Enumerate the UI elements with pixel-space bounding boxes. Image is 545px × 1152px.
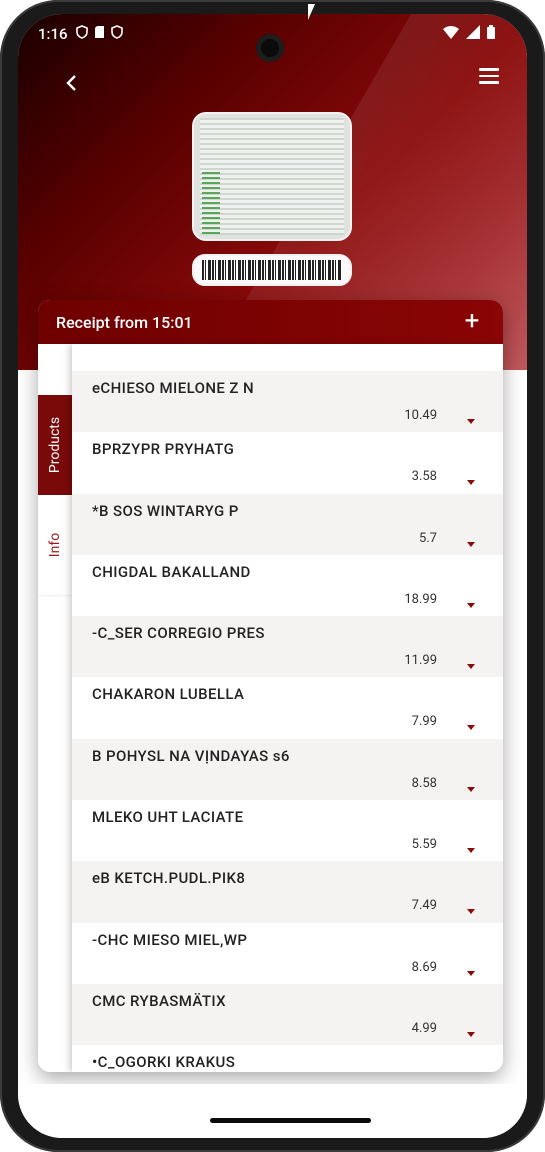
list-item[interactable]: BPRZYPR PRYHATG 3.58 bbox=[72, 432, 503, 493]
product-name: eCHIESO MIELONE Z N bbox=[92, 379, 254, 397]
chevron-down-icon[interactable] bbox=[467, 602, 475, 608]
list-item[interactable]: -C_SER CORREGIO PRES 11.99 bbox=[72, 616, 503, 678]
product-name: -C_SER CORREGIO PRES bbox=[92, 624, 265, 643]
app-screen: 1:16 Receipt from 15:01 + Products Info … bbox=[18, 14, 527, 1138]
product-price: 7.99 bbox=[411, 714, 437, 730]
phone-frame: 1:16 Receipt from 15:01 + Products Info … bbox=[0, 0, 545, 1152]
product-price: 10.49 bbox=[404, 408, 437, 423]
list-item[interactable]: CMC RYBASMÄTIX 4.99 bbox=[72, 983, 503, 1046]
wifi-icon bbox=[443, 25, 459, 39]
list-item[interactable]: MLEKO UHT LACIATE 5.59 bbox=[72, 800, 503, 861]
product-name: BPRZYPR PRYHATG bbox=[92, 440, 235, 459]
receipt-card-header: Receipt from 15:01 + bbox=[38, 300, 503, 344]
back-button[interactable] bbox=[56, 68, 86, 98]
status-right-icons bbox=[443, 25, 495, 39]
product-list-area[interactable]: eCHIESO MIELONE Z N 10.49 BPRZYPR PRYHAT… bbox=[72, 344, 503, 1072]
product-name: •C_OGORKI KRAKUS bbox=[92, 1053, 236, 1072]
product-name: -CHC MIESO MIEL,WP bbox=[92, 930, 248, 949]
chevron-down-icon[interactable] bbox=[467, 419, 475, 424]
product-price: 3.58 bbox=[411, 469, 437, 485]
product-name: CHIGDAL BAKALLAND bbox=[92, 562, 251, 581]
signal-icon bbox=[466, 25, 480, 39]
chevron-down-icon[interactable] bbox=[467, 725, 475, 731]
shield-icon bbox=[76, 25, 88, 39]
product-price: 8.58 bbox=[411, 775, 437, 791]
status-time: 1:16 bbox=[38, 25, 68, 43]
bottom-area bbox=[18, 1084, 527, 1138]
product-name: CHAKARON LUBELLA bbox=[92, 685, 245, 704]
product-price: 7.49 bbox=[411, 898, 437, 914]
barcode-image[interactable] bbox=[192, 254, 352, 286]
product-name: MLEKO UHT LACIATE bbox=[92, 808, 244, 827]
product-price: 5.59 bbox=[411, 837, 437, 853]
product-price: 11.99 bbox=[404, 653, 437, 669]
tab-info[interactable]: Info bbox=[38, 495, 72, 595]
chevron-down-icon[interactable] bbox=[467, 909, 475, 915]
chevron-down-icon[interactable] bbox=[467, 786, 475, 792]
list-item[interactable]: -CHC MIESO MIEL,WP 8.69 bbox=[72, 923, 503, 984]
shield-icon bbox=[111, 25, 123, 39]
add-button[interactable]: + bbox=[457, 306, 487, 336]
hamburger-icon bbox=[479, 68, 499, 71]
receipt-title: Receipt from 15:01 bbox=[56, 313, 193, 332]
list-item[interactable]: eB KETCH.PUDL.PIK8 7.49 bbox=[72, 861, 503, 923]
gesture-nav-bar[interactable] bbox=[210, 1118, 371, 1123]
receipt-card: Receipt from 15:01 + Products Info eCHIE… bbox=[38, 300, 503, 1072]
product-name: B POHYSL NA VỊNDAYAS s6 bbox=[92, 746, 290, 765]
product-price: 5.7 bbox=[418, 530, 437, 546]
chevron-down-icon[interactable] bbox=[467, 480, 475, 486]
side-tabs: Products Info bbox=[38, 344, 72, 1072]
tab-products[interactable]: Products bbox=[38, 395, 72, 495]
sd-card-icon bbox=[95, 26, 104, 38]
tab-label: Info bbox=[46, 532, 63, 558]
chevron-down-icon[interactable] bbox=[467, 848, 475, 854]
receipt-image[interactable] bbox=[192, 112, 352, 241]
status-left-icons bbox=[76, 25, 123, 39]
list-item[interactable]: eCHIESO MIELONE Z N 10.49 bbox=[72, 371, 503, 433]
battery-icon bbox=[487, 25, 495, 39]
product-name: eB KETCH.PUDL.PIK8 bbox=[92, 869, 246, 888]
chevron-down-icon[interactable] bbox=[467, 664, 475, 670]
product-price: 4.99 bbox=[411, 1020, 437, 1036]
list-item[interactable]: CHAKARON LUBELLA 7.99 bbox=[72, 677, 503, 738]
menu-button[interactable] bbox=[474, 64, 504, 94]
list-item[interactable]: •C_OGORKI KRAKUS bbox=[72, 1045, 503, 1072]
list-item[interactable]: B POHYSL NA VỊNDAYAS s6 8.58 bbox=[72, 738, 503, 801]
chevron-down-icon[interactable] bbox=[467, 1031, 475, 1037]
list-item[interactable]: CHIGDAL BAKALLAND 18.99 bbox=[72, 555, 503, 616]
chevron-down-icon[interactable] bbox=[467, 541, 475, 547]
product-price: 8.69 bbox=[411, 959, 437, 975]
chevron-down-icon[interactable] bbox=[467, 970, 475, 976]
product-list: eCHIESO MIELONE Z N 10.49 BPRZYPR PRYHAT… bbox=[72, 371, 503, 1072]
tab-label: Products bbox=[47, 416, 64, 474]
product-name: CMC RYBASMÄTIX bbox=[92, 991, 227, 1010]
product-name: *B SOS WINTARYG P bbox=[92, 501, 239, 520]
front-camera bbox=[256, 34, 284, 62]
mouse-cursor-icon bbox=[308, 4, 315, 20]
product-price: 18.99 bbox=[404, 591, 437, 607]
arrow-left-icon bbox=[66, 75, 76, 91]
list-item[interactable]: *B SOS WINTARYG P 5.7 bbox=[72, 493, 503, 555]
